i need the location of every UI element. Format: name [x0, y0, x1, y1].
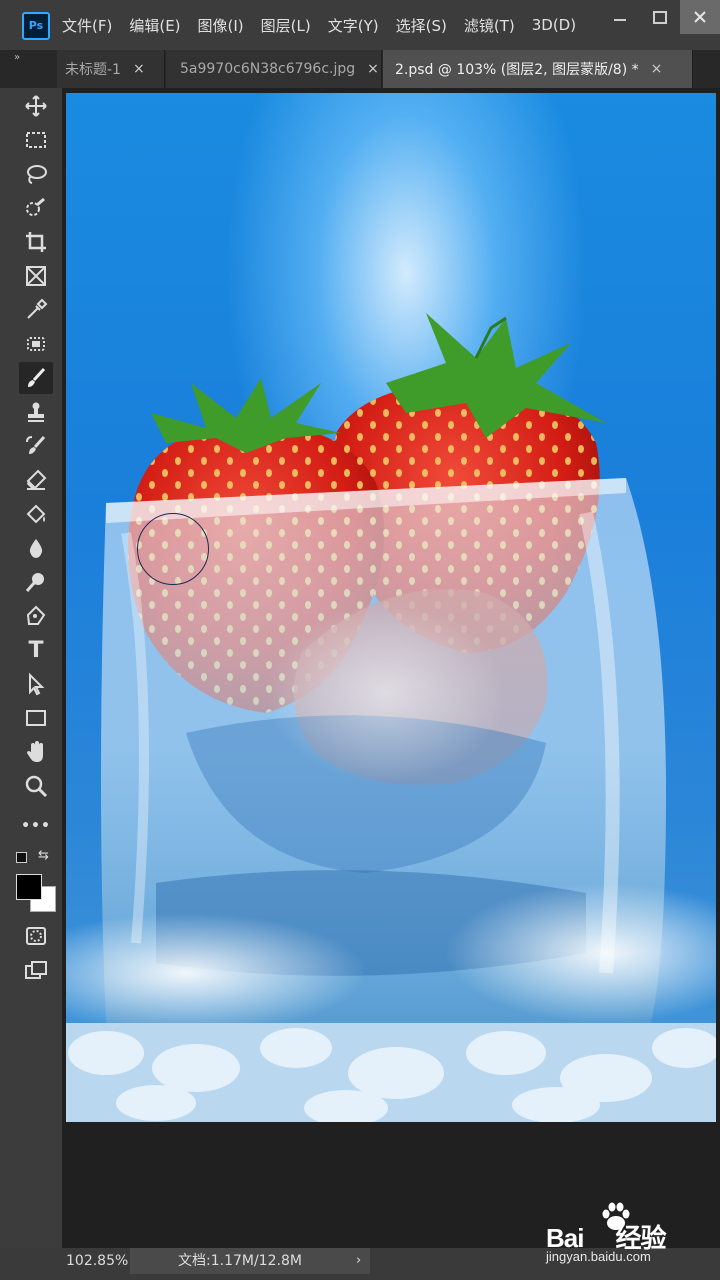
menu-type[interactable]: 文字(Y)	[328, 15, 379, 36]
lasso-icon[interactable]	[19, 158, 53, 190]
tab-label: 2.psd @ 103% (图层2, 图层蒙版/8) *	[395, 62, 639, 78]
pen-icon[interactable]	[19, 600, 53, 632]
photoshop-logo: Ps	[22, 12, 50, 40]
status-menu-arrow-icon[interactable]: ›	[356, 1248, 361, 1274]
hand-icon[interactable]	[19, 736, 53, 768]
menu-3d[interactable]: 3D(D)	[532, 16, 576, 34]
zoom-level[interactable]: 102.85%	[66, 1248, 128, 1274]
document-info[interactable]: 文档:1.17M/12.8M ›	[130, 1248, 370, 1274]
tab-close-icon[interactable]: ×	[367, 61, 379, 77]
watermark-url: jingyan.baidu.com	[546, 1249, 651, 1264]
menu-select[interactable]: 选择(S)	[396, 15, 447, 36]
menu-layer[interactable]: 图层(L)	[261, 15, 311, 36]
window-controls	[600, 0, 720, 36]
menu-file[interactable]: 文件(F)	[62, 15, 112, 36]
menu-filter[interactable]: 滤镜(T)	[464, 15, 515, 36]
tab-untitled-1[interactable]: 未标题-1 ×	[57, 50, 165, 88]
menu-items: 文件(F) 编辑(E) 图像(I) 图层(L) 文字(Y) 选择(S) 滤镜(T…	[62, 0, 593, 50]
history-brush-icon[interactable]	[19, 430, 53, 462]
brush-cursor	[137, 513, 209, 585]
document-size-text: 文档:1.17M/12.8M	[178, 1253, 302, 1269]
rectangle-icon[interactable]	[19, 702, 53, 734]
tab-close-icon[interactable]: ×	[133, 61, 145, 77]
tab-jpg-file[interactable]: 5a9970c6N38c6796c.jpg ×	[166, 50, 382, 88]
frame-icon[interactable]	[19, 260, 53, 292]
close-icon[interactable]	[680, 0, 720, 34]
eraser-icon[interactable]	[19, 464, 53, 496]
dodge-icon[interactable]	[19, 566, 53, 598]
patch-icon[interactable]	[19, 328, 53, 360]
default-colors-icon[interactable]	[16, 852, 27, 863]
tools-panel: T ••• ⇆	[0, 88, 62, 1248]
brush-icon[interactable]	[19, 362, 53, 394]
eyedropper-icon[interactable]	[19, 294, 53, 326]
menu-image[interactable]: 图像(I)	[198, 15, 244, 36]
quick-mask-icon[interactable]	[19, 920, 53, 952]
menu-bar: Ps 文件(F) 编辑(E) 图像(I) 图层(L) 文字(Y) 选择(S) 滤…	[0, 0, 720, 50]
canvas-area[interactable]	[62, 88, 720, 1248]
document-tab-bar: » 未标题-1 × 5a9970c6N38c6796c.jpg × 2.psd …	[0, 50, 720, 88]
minimize-icon[interactable]	[600, 0, 640, 34]
panel-collapse-icon[interactable]: »	[14, 52, 20, 63]
foreground-color-swatch[interactable]	[16, 874, 42, 900]
crop-icon[interactable]	[19, 226, 53, 258]
swap-colors-icon[interactable]: ⇆	[38, 848, 49, 863]
tab-close-icon[interactable]: ×	[651, 61, 663, 77]
type-icon[interactable]: T	[19, 634, 53, 666]
more-tools-icon[interactable]: •••	[19, 810, 53, 842]
tab-2-psd[interactable]: 2.psd @ 103% (图层2, 图层蒙版/8) * ×	[383, 50, 693, 88]
path-selection-icon[interactable]	[19, 668, 53, 700]
zoom-icon[interactable]	[19, 770, 53, 802]
move-icon[interactable]	[19, 90, 53, 122]
paint-bucket-icon[interactable]	[19, 498, 53, 530]
maximize-icon[interactable]	[640, 0, 680, 34]
strawberry-ice-artwork	[66, 313, 716, 1122]
baidu-jingyan-watermark: Bai 经验 jingyan.baidu.com	[524, 1196, 684, 1266]
blur-icon[interactable]	[19, 532, 53, 564]
screen-mode-icon[interactable]	[19, 954, 53, 986]
tab-label: 未标题-1	[65, 62, 121, 78]
menu-edit[interactable]: 编辑(E)	[129, 15, 180, 36]
stamp-icon[interactable]	[19, 396, 53, 428]
color-swatches: ⇆	[14, 840, 58, 916]
document-canvas[interactable]	[66, 93, 716, 1122]
quick-selection-icon[interactable]	[19, 192, 53, 224]
marquee-icon[interactable]	[19, 124, 53, 156]
tab-label: 5a9970c6N38c6796c.jpg	[180, 61, 356, 77]
